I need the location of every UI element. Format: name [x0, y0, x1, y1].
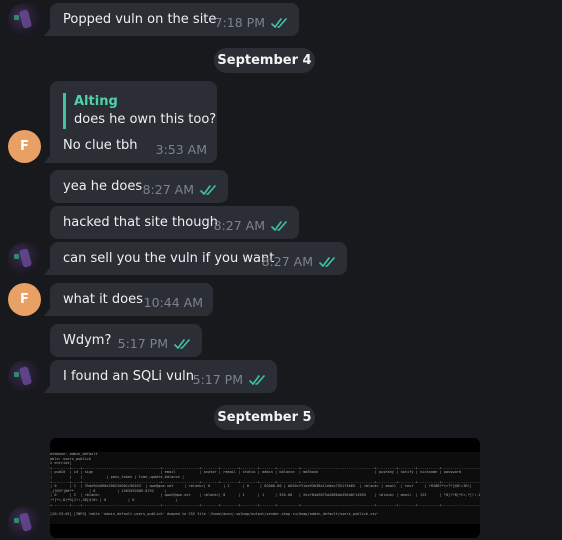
message-meta: 3:53 AM — [156, 142, 207, 157]
message-text: can sell you the vuln if you want — [63, 251, 275, 266]
double-check-icon — [174, 338, 190, 349]
message-bubble[interactable]: Popped vuln on the site 7:18 PM — [50, 3, 299, 36]
reply-quote[interactable]: Alting does he own this too? — [63, 93, 216, 129]
reply-author: Alting — [74, 94, 118, 109]
message-text: Wdym? — [63, 333, 112, 348]
message-time: 8:27 AM — [213, 218, 265, 233]
message-time: 5:17 PM — [192, 372, 243, 387]
message-meta: 8:27 AM — [262, 254, 337, 269]
avatar[interactable]: F — [8, 130, 41, 163]
message-bubble[interactable]: hacked that site though 8:27 AM — [50, 206, 299, 239]
message-text: No clue tbh — [63, 138, 138, 153]
message-meta: 5:17 PM — [118, 336, 192, 351]
terminal-line: [20:33:45] [INFO] table 'admin_default.u… — [50, 511, 379, 516]
message-meta: 8:27 AM — [214, 218, 289, 233]
message-time: 10:44 AM — [143, 295, 203, 310]
message-bubble[interactable]: Wdym? 5:17 PM — [50, 324, 202, 357]
message-time: 3:53 AM — [155, 142, 207, 157]
terminal-line: +--------+----+-------------------------… — [50, 502, 480, 507]
screenshot-image[interactable]: atabase: admin_default able: users_public… — [50, 438, 480, 538]
avatar[interactable] — [8, 242, 41, 275]
message-text: I found an SQLi vuln — [63, 369, 194, 384]
date-label: September 4 — [217, 53, 312, 68]
message-bubble[interactable]: can sell you the vuln if you want 8:27 A… — [50, 242, 347, 275]
double-check-icon — [271, 220, 287, 231]
message-time: 8:27 AM — [142, 182, 194, 197]
avatar[interactable] — [8, 506, 41, 539]
date-label: September 5 — [217, 410, 312, 425]
terminal-output: atabase: admin_default able: users_public… — [50, 452, 480, 524]
double-check-icon — [319, 256, 335, 267]
message-text: Popped vuln on the site — [63, 12, 217, 27]
avatar[interactable] — [8, 3, 41, 36]
message-bubble[interactable]: Alting does he own this too? No clue tbh… — [50, 81, 217, 163]
message-text: yea he does — [63, 179, 143, 194]
avatar[interactable]: F — [8, 283, 41, 316]
date-separator: September 5 — [214, 405, 315, 430]
avatar[interactable] — [8, 360, 41, 393]
double-check-icon — [200, 184, 216, 195]
message-bubble[interactable]: yea he does 8:27 AM — [50, 170, 228, 203]
message-meta: 10:44 AM — [144, 295, 203, 310]
message-meta: 7:18 PM — [215, 15, 289, 30]
message-time: 8:27 AM — [261, 254, 313, 269]
message-text: what it does — [63, 292, 143, 307]
message-meta: 8:27 AM — [143, 182, 218, 197]
message-meta: 5:17 PM — [193, 372, 267, 387]
message-bubble[interactable]: what it does 10:44 AM — [50, 283, 213, 316]
double-check-icon — [271, 17, 287, 28]
message-text: hacked that site though — [63, 215, 218, 230]
reply-text: does he own this too? — [74, 112, 217, 127]
avatar-initial: F — [20, 292, 29, 307]
message-time: 7:18 PM — [214, 15, 265, 30]
double-check-icon — [249, 374, 265, 385]
message-bubble[interactable]: I found an SQLi vuln 5:17 PM — [50, 360, 277, 393]
avatar-initial: F — [20, 139, 29, 154]
message-time: 5:17 PM — [117, 336, 168, 351]
date-separator: September 4 — [214, 48, 315, 73]
